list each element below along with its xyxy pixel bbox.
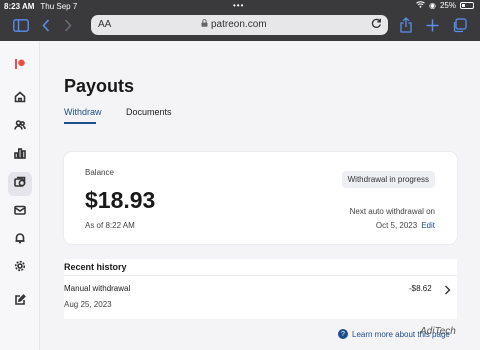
question-icon: ?	[338, 329, 348, 339]
sidebar-toggle-icon[interactable]	[13, 19, 29, 34]
payouts-icon	[14, 175, 26, 193]
status-time: 8:23 AM	[4, 1, 35, 11]
home-icon	[14, 90, 26, 108]
next-withdrawal-date: Oct 5, 2023	[375, 221, 418, 230]
balance-timestamp: As of 8:22 AM	[85, 221, 135, 230]
sidebar-item-notifications[interactable]	[8, 228, 32, 252]
status-date: Thu Sep 7	[40, 1, 78, 11]
bar-chart-icon	[14, 146, 26, 164]
battery-icon	[460, 2, 474, 9]
bell-icon	[14, 231, 26, 249]
edit-icon	[14, 293, 26, 311]
balance-card: Balance $18.93 As of 8:22 AM Withdrawal …	[64, 152, 457, 244]
address-bar[interactable]: AA patreon.com	[91, 15, 388, 35]
active-tab-indicator	[64, 122, 96, 124]
sidebar-item-members[interactable]	[8, 115, 32, 139]
sidebar-item-create[interactable]	[8, 290, 32, 314]
next-withdrawal-date-row: Oct 5, 2023 Edit	[376, 221, 435, 230]
sidebar-item-payouts[interactable]	[8, 172, 32, 196]
sidebar-item-messages[interactable]	[8, 200, 32, 224]
status-right: ◉ 25%	[416, 1, 474, 10]
url-text: patreon.com	[211, 19, 267, 30]
wifi-icon	[416, 1, 425, 10]
recent-history-title: Recent history	[64, 262, 127, 272]
sidebar-item-insights[interactable]	[8, 143, 32, 167]
page-title: Payouts	[64, 76, 135, 96]
battery-percent: 25%	[439, 1, 456, 10]
tabs-overview-icon[interactable]	[452, 18, 467, 35]
history-header: Recent history	[64, 259, 457, 276]
tab-withdraw[interactable]: Withdraw	[64, 107, 102, 117]
edit-link[interactable]: Edit	[421, 221, 435, 230]
lock-icon	[201, 19, 208, 29]
text-size-button[interactable]: AA	[98, 19, 111, 30]
new-tab-icon[interactable]	[426, 19, 439, 34]
watermark: AdiTech	[420, 326, 456, 337]
sidebar-item-home[interactable]	[8, 87, 32, 111]
patreon-logo[interactable]	[15, 56, 25, 69]
chevron-right-icon[interactable]	[444, 284, 451, 298]
transaction-amount: -$8.62	[409, 284, 432, 293]
back-icon[interactable]	[42, 19, 50, 34]
next-withdrawal-label: Next auto withdrawal on	[349, 207, 435, 216]
share-icon[interactable]	[400, 17, 412, 35]
forward-icon[interactable]	[64, 19, 72, 34]
status-badge: Withdrawal in progress	[341, 171, 435, 188]
reload-icon[interactable]	[371, 17, 382, 32]
sidebar-item-settings[interactable]	[8, 256, 32, 280]
mail-icon	[14, 203, 26, 221]
transaction-date: Aug 25, 2023	[64, 300, 112, 309]
gear-icon	[14, 259, 26, 277]
location-icon: ◉	[429, 1, 436, 10]
balance-amount: $18.93	[85, 187, 156, 213]
ios-status-bar: 8:23 AM Thu Sep 7 ••• ◉ 25%	[0, 0, 480, 12]
browser-toolbar: AA patreon.com	[0, 12, 480, 41]
members-icon	[14, 118, 26, 136]
multitasking-dots[interactable]: •••	[233, 1, 244, 10]
balance-label: Balance	[85, 168, 114, 177]
tab-documents[interactable]: Documents	[126, 107, 172, 117]
transaction-description: Manual withdrawal	[64, 284, 131, 293]
